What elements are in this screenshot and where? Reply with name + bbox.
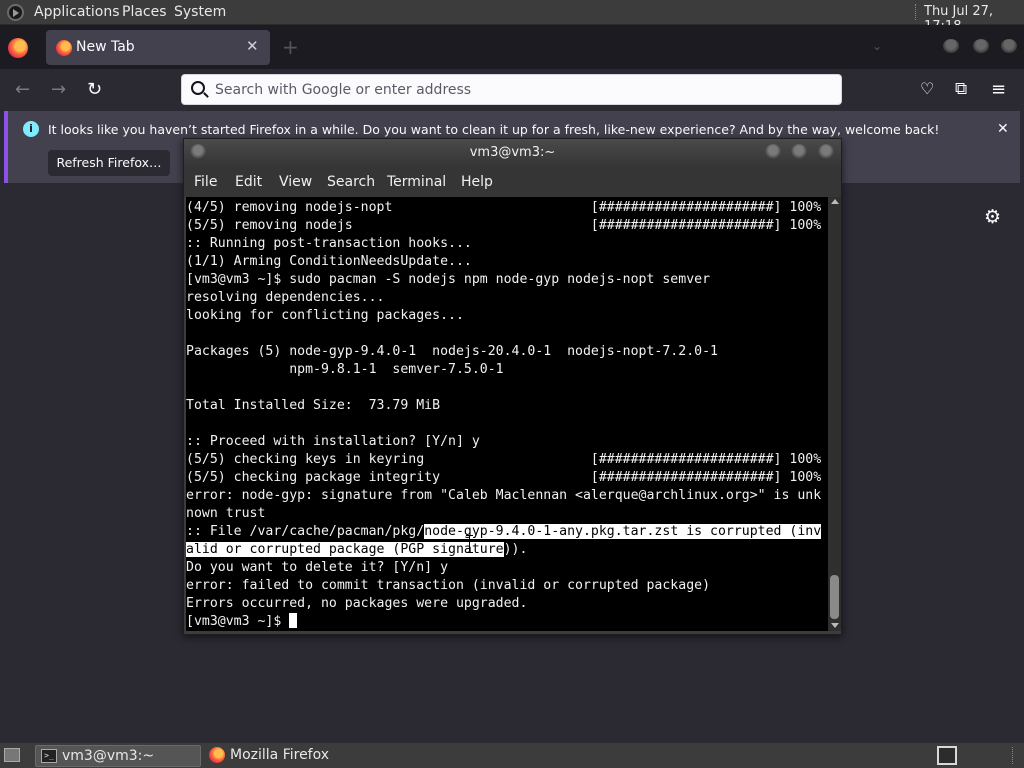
places-menu[interactable]: Places [122,4,167,20]
mouse-ibeam-cursor-icon [466,535,473,553]
terminal-scrollbar[interactable] [828,197,841,631]
applications-menu[interactable]: Applications [34,4,120,20]
url-bar[interactable] [181,74,842,105]
output-line: npm-9.8.1-1 semver-7.5.0-1 [186,362,504,377]
firefox-icon [209,747,225,763]
info-icon: i [23,121,39,137]
firefox-tab-bar: New Tab ✕ + ⌄ [0,25,1024,69]
new-tab-button[interactable]: + [282,35,299,59]
terminal-icon: >_ [41,749,57,763]
selected-text: alid or corrupted package (PGP signature [186,542,504,557]
output-line: error: node-gyp: signature from "Caleb M… [186,488,822,503]
firefox-view-icon[interactable] [8,38,28,58]
distro-logo-icon[interactable] [7,4,24,21]
workspace-switcher[interactable] [937,746,957,765]
taskbar-item-label: Mozilla Firefox [230,747,330,763]
show-desktop-icon[interactable] [4,748,20,762]
output-line: Total Installed Size: 73.79 MiB [186,398,441,413]
scrollbar-thumb[interactable] [830,575,839,619]
output-line: (4/5) removing nodejs-nopt [############… [186,200,822,215]
output-line: (1/1) Arming ConditionNeedsUpdate... [186,254,472,269]
panel-separator [1012,747,1018,764]
output-line: :: File /var/cache/pacman/pkg/ [186,524,425,539]
output-line: (5/5) checking keys in keyring [########… [186,452,822,467]
extensions-icon[interactable]: ⧉ [955,79,967,99]
output-line: :: Proceed with installation? [Y/n] y [186,434,480,449]
maximize-window-button[interactable] [973,39,989,53]
close-window-button[interactable] [1001,39,1017,53]
terminal-title: vm3@vm3:~ [469,145,556,160]
terminal-window: vm3@vm3:~ File Edit View Search Terminal… [183,138,842,635]
menu-terminal[interactable]: Terminal [387,174,446,190]
output-line: nown trust [186,506,266,521]
forward-icon[interactable]: → [51,79,66,100]
gear-icon[interactable]: ⚙ [984,206,1001,228]
search-input[interactable] [215,79,825,101]
system-menu[interactable]: System [174,4,226,20]
menu-search[interactable]: Search [327,174,375,190]
scroll-up-icon[interactable] [831,199,839,204]
text-cursor [289,613,298,628]
panel-separator [915,4,917,20]
terminal-screen[interactable]: (4/5) removing nodejs-nopt [############… [186,197,828,631]
back-icon[interactable]: ← [15,79,30,100]
output-line: error: failed to commit transaction (inv… [186,578,711,593]
output-line: resolving dependencies... [186,290,385,305]
scroll-down-icon[interactable] [831,623,839,628]
firefox-nav-bar: ← → ↻ ♡ ⧉ ≡ [0,69,1024,111]
shell-prompt: [vm3@vm3 ~]$ [186,614,290,629]
pocket-icon[interactable]: ♡ [920,79,934,98]
chevron-down-icon[interactable]: ⌄ [872,39,882,53]
search-icon [191,81,205,95]
tab-title: New Tab [76,39,135,55]
terminal-menubar: File Edit View Search Terminal Help [184,167,841,197]
maximize-button[interactable] [791,144,807,160]
terminal-output[interactable]: (4/5) removing nodejs-nopt [############… [186,199,822,631]
taskbar-item-firefox[interactable]: Mozilla Firefox [204,745,370,767]
close-button[interactable] [818,144,834,160]
output-line: Packages (5) node-gyp-9.4.0-1 nodejs-20.… [186,344,718,359]
tab-new-tab[interactable]: New Tab ✕ [46,30,270,65]
firefox-favicon-icon [56,40,72,56]
refresh-firefox-button[interactable]: Refresh Firefox… [48,150,170,176]
menu-view[interactable]: View [279,174,312,190]
menu-help[interactable]: Help [461,174,493,190]
taskbar-item-label: vm3@vm3:~ [62,748,155,764]
output-line: :: Running post-transaction hooks... [186,236,472,251]
taskbar-item-terminal[interactable]: >_ vm3@vm3:~ [35,745,201,767]
output-line: )). [503,542,528,557]
output-line: looking for conflicting packages... [186,308,464,323]
output-line: [vm3@vm3 ~]$ sudo pacman -S nodejs npm n… [186,272,711,287]
output-line: (5/5) removing nodejs [#################… [186,218,822,233]
menu-edit[interactable]: Edit [235,174,262,190]
output-line: (5/5) checking package integrity [######… [186,470,822,485]
terminal-titlebar[interactable]: vm3@vm3:~ [184,139,841,167]
output-line: Do you want to delete it? [Y/n] y [186,560,449,575]
notification-message: It looks like you haven’t started Firefo… [48,122,940,137]
menu-file[interactable]: File [194,174,217,190]
bottom-panel: >_ vm3@vm3:~ Mozilla Firefox [0,742,1024,768]
minimize-button[interactable] [765,144,781,160]
top-panel: Applications Places System Thu Jul 27, 1… [0,0,1024,34]
close-icon[interactable]: ✕ [997,121,1009,137]
reload-icon[interactable]: ↻ [87,79,102,100]
close-tab-icon[interactable]: ✕ [246,37,259,55]
output-line: Errors occurred, no packages were upgrad… [186,596,528,611]
hamburger-menu-icon[interactable]: ≡ [991,79,1006,100]
minimize-window-button[interactable] [943,39,959,53]
selected-text: node-gyp-9.4.0-1-any.pkg.tar.zst is corr… [424,524,822,539]
